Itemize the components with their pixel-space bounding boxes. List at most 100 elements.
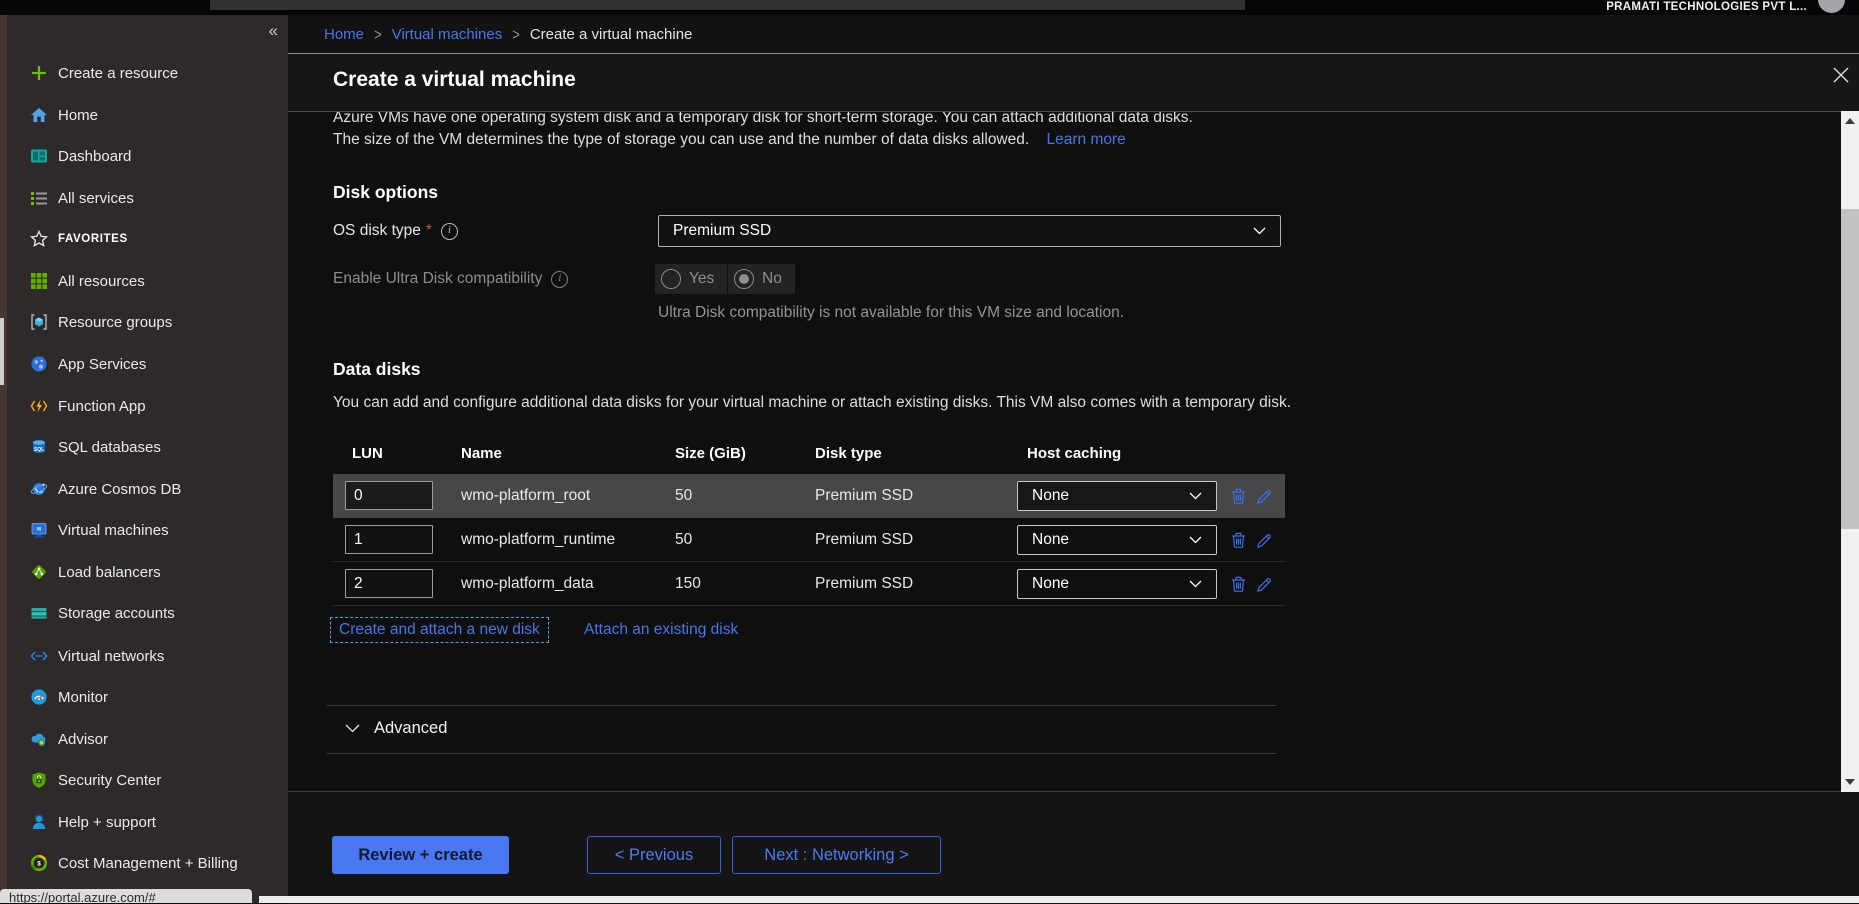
sidebar-item-dashboard[interactable]: Dashboard	[0, 141, 288, 171]
disks-tab-content: Azure VMs have one operating system disk…	[288, 111, 1859, 792]
avatar[interactable]	[1818, 0, 1845, 13]
home-icon	[30, 106, 48, 124]
sql-databases-icon: SQL	[30, 438, 48, 456]
sidebar-item-resource-groups[interactable]: Resource groups	[0, 307, 288, 337]
column-header-host-caching: Host caching	[1027, 445, 1121, 462]
sidebar-item-function-app[interactable]: Function App	[0, 391, 288, 421]
breadcrumb: Home>Virtual machines>Create a virtual m…	[324, 15, 692, 53]
sidebar-item-all-services[interactable]: All services	[0, 183, 288, 213]
breadcrumb-home[interactable]: Home	[324, 26, 364, 43]
all-resources-icon	[30, 272, 48, 290]
lun-input[interactable]	[345, 569, 433, 598]
scroll-up-icon[interactable]	[1841, 113, 1859, 129]
divider	[327, 705, 1276, 706]
disk-name: wmo-platform_root	[461, 474, 590, 518]
sidebar-item-cost-management-billing[interactable]: $Cost Management + Billing	[0, 848, 288, 878]
ultra-disk-label: Enable Ultra Disk compatibility i	[333, 264, 568, 294]
attach-existing-disk-link[interactable]: Attach an existing disk	[584, 621, 738, 639]
sidebar-item-monitor[interactable]: Monitor	[0, 682, 288, 712]
page-title: Create a virtual machine	[333, 68, 576, 92]
host-caching-select[interactable]: None	[1017, 569, 1217, 599]
svg-text:$: $	[37, 860, 41, 867]
disk-type: Premium SSD	[815, 562, 913, 606]
breadcrumb-virtual-machines[interactable]: Virtual machines	[392, 26, 503, 43]
lun-input[interactable]	[345, 525, 433, 554]
sidebar-collapse-button[interactable]: «	[269, 21, 278, 41]
ultra-disk-no-radio[interactable]: No	[728, 264, 795, 294]
review-create-button[interactable]: Review + create	[332, 836, 509, 874]
sidebar-item-home[interactable]: Home	[0, 100, 288, 130]
disk-name: wmo-platform_runtime	[461, 518, 615, 562]
sidebar-item-all-resources[interactable]: All resources	[0, 266, 288, 296]
close-icon[interactable]	[1832, 66, 1850, 84]
status-url-tooltip: https://portal.azure.com/#	[0, 889, 252, 903]
sidebar-item-help-support[interactable]: Help + support	[0, 807, 288, 837]
virtual-networks-icon	[30, 647, 48, 665]
advanced-expander[interactable]: Advanced	[345, 712, 447, 744]
sidebar-item-label: Create a resource	[58, 65, 178, 82]
next-networking-button[interactable]: Next : Networking >	[732, 836, 941, 874]
sidebar: « Create a resource Home Dashboard All serv…	[0, 15, 288, 903]
os-disk-type-value: Premium SSD	[673, 222, 771, 240]
sidebar-item-azure-cosmos-db[interactable]: Azure Cosmos DB	[0, 474, 288, 504]
sidebar-item-load-balancers[interactable]: Load balancers	[0, 557, 288, 587]
intro-text: Azure VMs have one operating system disk…	[333, 111, 1193, 150]
ultra-disk-yes-radio[interactable]: Yes	[655, 264, 727, 294]
sidebar-item-security-center[interactable]: Security Center	[0, 765, 288, 795]
create-and-attach-disk-link[interactable]: Create and attach a new disk	[330, 617, 549, 643]
data-disk-row: wmo-platform_runtime50Premium SSDNone	[333, 518, 1285, 562]
azure-cosmos-db-icon	[30, 480, 48, 498]
sidebar-item-label: Home	[58, 107, 98, 124]
sidebar-item-label: Advisor	[58, 731, 108, 748]
data-disk-row: wmo-platform_root50Premium SSDNone	[333, 474, 1285, 518]
sidebar-item-virtual-machines[interactable]: Virtual machines	[0, 515, 288, 545]
disk-size: 150	[675, 562, 701, 606]
info-icon[interactable]: i	[441, 223, 458, 240]
info-icon[interactable]: i	[551, 271, 568, 288]
column-header-size-gib: Size (GiB)	[675, 445, 746, 462]
disk-name: wmo-platform_data	[461, 562, 594, 606]
star-icon	[30, 230, 48, 248]
sidebar-item-label: FAVORITES	[58, 233, 128, 245]
create-vm-card: Create a virtual machine Azure VMs have …	[288, 53, 1859, 903]
all-services-icon	[30, 189, 48, 207]
os-disk-type-select[interactable]: Premium SSD	[658, 215, 1281, 247]
sidebar-item-label: Load balancers	[58, 564, 161, 581]
sidebar-item-label: Virtual machines	[58, 522, 169, 539]
tenant-name[interactable]: PRAMATI TECHNOLOGIES PVT L...	[1606, 1, 1807, 13]
sidebar-item-virtual-networks[interactable]: Virtual networks	[0, 641, 288, 671]
wizard-footer: Review + create < Previous Next : Networ…	[288, 792, 1859, 904]
disk-type: Premium SSD	[815, 518, 913, 562]
chevron-down-icon	[1253, 227, 1266, 235]
edit-disk-icon[interactable]	[1255, 575, 1274, 594]
sidebar-item-sql-databases[interactable]: SQLSQL databases	[0, 432, 288, 462]
edit-disk-icon[interactable]	[1255, 487, 1274, 506]
sidebar-item-label: Resource groups	[58, 314, 172, 331]
sidebar-item-create-a-resource[interactable]: Create a resource	[0, 58, 288, 88]
divider	[327, 753, 1276, 754]
sidebar-item-app-services[interactable]: App Services	[0, 349, 288, 379]
lun-input[interactable]	[345, 481, 433, 510]
edit-disk-icon[interactable]	[1255, 531, 1274, 550]
data-disks-table: LUNNameSize (GiB)Disk typeHost caching w…	[333, 445, 1285, 471]
previous-button[interactable]: < Previous	[587, 836, 721, 874]
delete-disk-icon[interactable]	[1229, 531, 1248, 550]
sidebar-item-label: Function App	[58, 398, 146, 415]
vertical-scrollbar[interactable]	[1841, 111, 1859, 792]
advisor-icon	[30, 730, 48, 748]
delete-disk-icon[interactable]	[1229, 487, 1248, 506]
scrollbar-thumb[interactable]	[1841, 209, 1859, 529]
top-bar-strip	[210, 0, 1245, 10]
scroll-down-icon[interactable]	[1841, 774, 1859, 790]
host-caching-select[interactable]: None	[1017, 481, 1217, 511]
sidebar-item-advisor[interactable]: Advisor	[0, 724, 288, 754]
delete-disk-icon[interactable]	[1229, 575, 1248, 594]
ultra-disk-note: Ultra Disk compatibility is not availabl…	[658, 304, 1124, 322]
host-caching-value: None	[1032, 575, 1069, 593]
host-caching-select[interactable]: None	[1017, 525, 1217, 555]
breadcrumb-separator-icon: >	[512, 25, 520, 44]
sidebar-item-label: Azure Cosmos DB	[58, 481, 181, 498]
sidebar-item-storage-accounts[interactable]: Storage accounts	[0, 598, 288, 628]
plus-icon	[30, 64, 48, 82]
learn-more-link[interactable]: Learn more	[1047, 131, 1126, 148]
